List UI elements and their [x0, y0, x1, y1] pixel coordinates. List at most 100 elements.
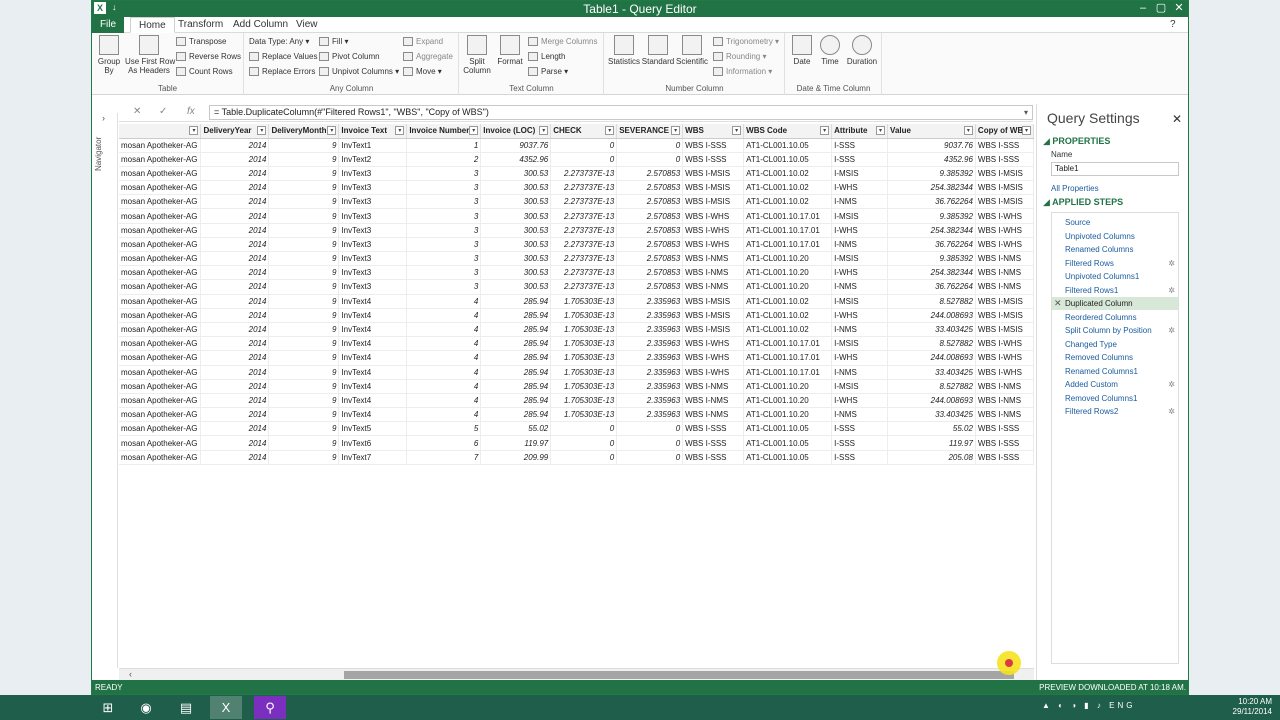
table-cell[interactable]: 2.335963: [616, 393, 684, 409]
table-cell[interactable]: WBS I-MSIS: [682, 308, 745, 323]
table-cell[interactable]: WBS I-SSS: [682, 435, 745, 451]
column-header[interactable]: Copy of WBS ▾: [975, 124, 1034, 139]
table-cell[interactable]: 36.762264: [887, 237, 976, 253]
applied-step[interactable]: Changed Type: [1052, 338, 1178, 351]
table-cell[interactable]: mosan Apotheker-AG: [119, 279, 202, 295]
table-cell[interactable]: 9: [268, 435, 340, 451]
table-cell[interactable]: 254.382344: [887, 265, 976, 281]
applied-step[interactable]: ✕ Duplicated Column: [1052, 297, 1178, 310]
table-cell[interactable]: AT1-CL001.10.02: [743, 322, 833, 338]
table-cell[interactable]: I-NMS: [831, 194, 889, 210]
column-header[interactable]: DeliveryMonth ▾: [268, 124, 340, 139]
table-cell[interactable]: mosan Apotheker-AG: [119, 180, 202, 196]
data-type-dropdown[interactable]: Data Type: Any ▾: [249, 35, 309, 48]
table-cell[interactable]: 0: [550, 435, 618, 451]
table-cell[interactable]: mosan Apotheker-AG: [119, 237, 202, 253]
formula-input[interactable]: = Table.DuplicateColumn(#"Filtered Rows1…: [209, 105, 1033, 120]
table-cell[interactable]: 2.273737E-13: [550, 237, 618, 253]
table-cell[interactable]: 2.335963: [616, 322, 684, 338]
table-cell[interactable]: 2014: [200, 421, 270, 437]
table-cell[interactable]: 2.570853: [616, 194, 684, 210]
language-indicator[interactable]: ENG: [1109, 701, 1135, 710]
table-cell[interactable]: 9: [268, 294, 340, 309]
filter-dropdown-icon[interactable]: ▾: [671, 126, 681, 135]
table-cell[interactable]: I-WHS: [831, 393, 889, 409]
table-cell[interactable]: WBS I-WHS: [682, 208, 745, 224]
table-cell[interactable]: AT1-CL001.10.17.01: [743, 365, 833, 380]
table-cell[interactable]: 254.382344: [887, 223, 976, 238]
table-cell[interactable]: 244.008693: [887, 308, 976, 323]
windows-start-icon[interactable]: ⊞: [92, 696, 124, 719]
table-cell[interactable]: InvText3: [338, 251, 408, 267]
table-cell[interactable]: mosan Apotheker-AG: [119, 322, 202, 338]
table-cell[interactable]: mosan Apotheker-AG: [119, 194, 202, 210]
properties-heading[interactable]: ◢ PROPERTIES: [1043, 136, 1110, 147]
table-cell[interactable]: WBS I-NMS: [682, 251, 745, 267]
table-cell[interactable]: 2.335963: [616, 308, 684, 323]
table-cell[interactable]: 2.273737E-13: [550, 265, 618, 281]
table-cell[interactable]: mosan Apotheker-AG: [119, 251, 202, 267]
table-cell[interactable]: InvText3: [338, 279, 408, 295]
filter-dropdown-icon[interactable]: ▾: [963, 126, 973, 135]
filter-dropdown-icon[interactable]: ▾: [876, 126, 886, 135]
table-cell[interactable]: 0: [550, 152, 618, 167]
table-cell[interactable]: 3: [406, 180, 482, 196]
filter-dropdown-icon[interactable]: ▾: [395, 126, 405, 135]
close-icon[interactable]: ✕: [1168, 1, 1188, 16]
table-cell[interactable]: 55.02: [887, 421, 976, 437]
table-cell[interactable]: 2014: [200, 379, 270, 394]
rounding-button[interactable]: Rounding ▾: [713, 50, 767, 63]
table-cell[interactable]: 2.570853: [616, 251, 684, 267]
applied-step[interactable]: Filtered Rows ✲: [1052, 257, 1178, 270]
table-cell[interactable]: InvText4: [338, 365, 408, 380]
table-cell[interactable]: 4: [406, 365, 482, 380]
table-cell[interactable]: 2.570853: [616, 279, 684, 295]
table-cell[interactable]: 8.527882: [887, 379, 976, 394]
table-cell[interactable]: 3: [406, 194, 482, 210]
table-cell[interactable]: WBS I-MSIS: [975, 322, 1034, 338]
table-cell[interactable]: 119.97: [887, 435, 976, 451]
table-cell[interactable]: 254.382344: [887, 180, 976, 196]
column-header[interactable]: WBS ▾: [682, 124, 745, 139]
table-cell[interactable]: InvText4: [338, 350, 408, 366]
standard-button[interactable]: Standard: [641, 35, 675, 66]
table-cell[interactable]: 36.762264: [887, 194, 976, 210]
table-cell[interactable]: 6: [406, 435, 482, 451]
table-cell[interactable]: WBS I-SSS: [682, 152, 745, 167]
information-button[interactable]: Information ▾: [713, 65, 772, 78]
table-row[interactable]: mosan Apotheker-AG 2014 9 InvText4 4 285.94 1.…: [119, 336, 1034, 352]
table-cell[interactable]: I-NMS: [831, 279, 889, 295]
table-cell[interactable]: 9.385392: [887, 251, 976, 267]
table-cell[interactable]: 1: [406, 138, 482, 153]
table-cell[interactable]: InvText4: [338, 393, 408, 409]
table-cell[interactable]: 1.705303E-13: [550, 393, 618, 409]
table-row[interactable]: mosan Apotheker-AG 2014 9 InvText1 1 9037.76 0…: [119, 138, 1034, 153]
table-cell[interactable]: AT1-CL001.10.17.01: [743, 237, 833, 253]
table-row[interactable]: mosan Apotheker-AG 2014 9 InvText3 3 300.53 2.…: [119, 237, 1034, 253]
table-cell[interactable]: InvText3: [338, 265, 408, 281]
table-cell[interactable]: 1.705303E-13: [550, 350, 618, 366]
table-cell[interactable]: 1.705303E-13: [550, 379, 618, 394]
table-cell[interactable]: mosan Apotheker-AG: [119, 223, 202, 238]
table-cell[interactable]: 2014: [200, 308, 270, 323]
reverse-rows-button[interactable]: Reverse Rows: [176, 50, 241, 63]
table-cell[interactable]: 285.94: [480, 407, 552, 423]
table-cell[interactable]: 3: [406, 279, 482, 295]
table-cell[interactable]: WBS I-WHS: [975, 223, 1034, 238]
query-name-input[interactable]: Table1: [1051, 162, 1179, 176]
table-cell[interactable]: 9: [268, 265, 340, 281]
table-cell[interactable]: 9: [268, 350, 340, 366]
table-row[interactable]: mosan Apotheker-AG 2014 9 InvText7 7 209.99 0 0…: [119, 450, 1034, 465]
applied-step[interactable]: Renamed Columns1: [1052, 365, 1178, 378]
table-cell[interactable]: 9: [268, 379, 340, 394]
table-cell[interactable]: 0: [616, 450, 684, 465]
table-cell[interactable]: 4: [406, 294, 482, 309]
table-cell[interactable]: InvText4: [338, 336, 408, 352]
table-cell[interactable]: 2.335963: [616, 379, 684, 394]
table-cell[interactable]: 300.53: [480, 194, 552, 210]
table-cell[interactable]: WBS I-MSIS: [975, 166, 1034, 182]
table-cell[interactable]: 300.53: [480, 223, 552, 238]
table-cell[interactable]: AT1-CL001.10.05: [743, 435, 833, 451]
table-cell[interactable]: 9: [268, 421, 340, 437]
table-cell[interactable]: 244.008693: [887, 350, 976, 366]
